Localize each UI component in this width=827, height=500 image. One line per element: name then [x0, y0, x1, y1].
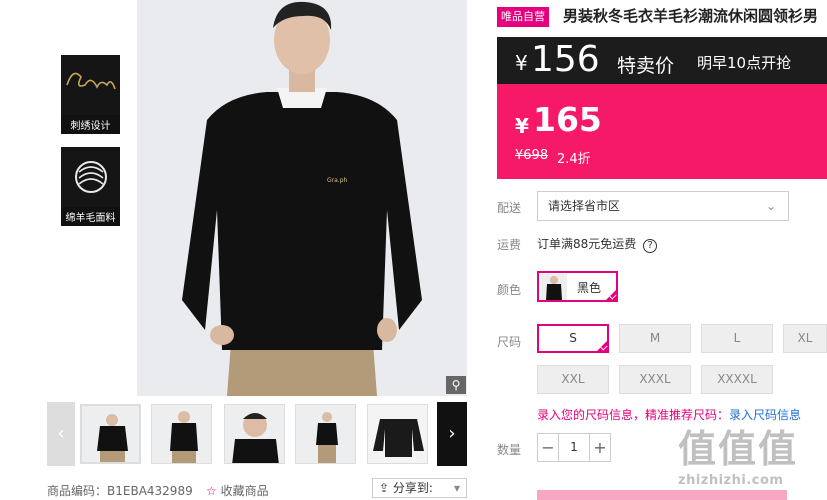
- thumbnail[interactable]: [367, 404, 428, 464]
- size-option-xl[interactable]: XL: [783, 324, 827, 353]
- size-option-xxxl[interactable]: XXXL: [619, 365, 691, 394]
- size-option-xxl[interactable]: XXL: [537, 365, 609, 394]
- thumb-next-button[interactable]: ›: [437, 402, 467, 466]
- share-label: 分享到:: [392, 481, 433, 495]
- embroidery-icon: [61, 55, 120, 115]
- selected-check-icon: [604, 288, 618, 302]
- product-code: 商品编码：B1EBA432989: [47, 482, 193, 499]
- thumbnail[interactable]: [151, 404, 212, 464]
- magnifier-icon[interactable]: ⚲: [446, 376, 466, 394]
- shipping-label: 运费: [497, 238, 522, 252]
- free-shipping-text: 订单满88元免运费: [537, 237, 637, 251]
- help-icon[interactable]: ?: [643, 239, 658, 253]
- quantity-label: 数量: [497, 443, 522, 457]
- thumb-prev-button[interactable]: ‹: [47, 402, 75, 466]
- original-price: ¥698: [515, 148, 549, 163]
- size-label: 尺码: [497, 335, 522, 349]
- quantity-decrease-button[interactable]: −: [537, 433, 559, 462]
- flash-currency: ¥: [515, 51, 528, 75]
- color-option-label: 黑色: [577, 281, 602, 295]
- chevron-down-icon: ▾: [453, 481, 460, 495]
- product-title: 男装秋冬毛衣羊毛衫潮流休闲圆领衫男: [563, 7, 819, 25]
- selected-check-icon: [595, 339, 609, 353]
- feature-label: 刺绣设计: [70, 121, 111, 132]
- color-swatch-image: [541, 274, 567, 300]
- size-option-l[interactable]: L: [701, 324, 773, 353]
- flash-sale-banner: ¥ 156 特卖价 明早10点开抢: [497, 37, 827, 84]
- size-option-label: S: [569, 331, 577, 345]
- region-select[interactable]: 请选择省市区 ⌄: [537, 191, 789, 221]
- watermark-en: zhizhizhi.com: [678, 473, 784, 488]
- share-button[interactable]: ⇪ 分享到: ▾: [372, 478, 467, 498]
- feature-badge-embroidery: 刺绣设计: [61, 55, 120, 134]
- thumbnail[interactable]: [295, 404, 356, 464]
- main-product-photo[interactable]: Gra.ph: [137, 0, 467, 396]
- thumbnail-strip: ‹ ›: [47, 402, 467, 466]
- wool-icon: [61, 147, 120, 207]
- share-icon: ⇪: [379, 481, 390, 495]
- feature-badge-wool: 绵羊毛面料: [61, 147, 120, 226]
- favorite-button[interactable]: ☆ 收藏商品: [206, 482, 269, 499]
- price-currency: ¥: [515, 114, 529, 138]
- shipping-text: 订单满88元免运费 ?: [537, 235, 658, 253]
- size-option-xxxxl[interactable]: XXXXL: [701, 365, 773, 394]
- model-wearing-sweater-image: Gra.ph: [137, 0, 467, 396]
- color-option-black[interactable]: 黑色: [537, 271, 618, 302]
- site-watermark: 值值值 zhizhizhi.com: [678, 418, 827, 496]
- flash-start-notice: 明早10点开抢: [697, 54, 792, 72]
- chevron-down-icon: ⌄: [765, 199, 776, 213]
- svg-text:Gra.ph: Gra.ph: [327, 177, 348, 184]
- thumbnail[interactable]: [80, 404, 141, 464]
- quantity-increase-button[interactable]: +: [589, 433, 611, 462]
- quantity-input[interactable]: 1: [558, 433, 590, 462]
- watermark-cn: 值值值: [678, 427, 799, 471]
- self-operated-badge: 唯品自营: [497, 7, 549, 27]
- region-select-value: 请选择省市区: [548, 199, 621, 213]
- thumbnail[interactable]: [224, 404, 285, 464]
- flash-price: 156: [531, 39, 600, 80]
- size-option-s[interactable]: S: [537, 324, 609, 353]
- size-option-m[interactable]: M: [619, 324, 691, 353]
- delivery-label: 配送: [497, 201, 522, 215]
- price-box: ¥ 165 ¥698 2.4折: [497, 84, 827, 179]
- color-label: 颜色: [497, 283, 522, 297]
- feature-label: 绵羊毛面料: [65, 213, 116, 224]
- flash-price-label: 特卖价: [617, 55, 675, 77]
- discount: 2.4折: [557, 152, 591, 167]
- current-price: 165: [533, 100, 602, 139]
